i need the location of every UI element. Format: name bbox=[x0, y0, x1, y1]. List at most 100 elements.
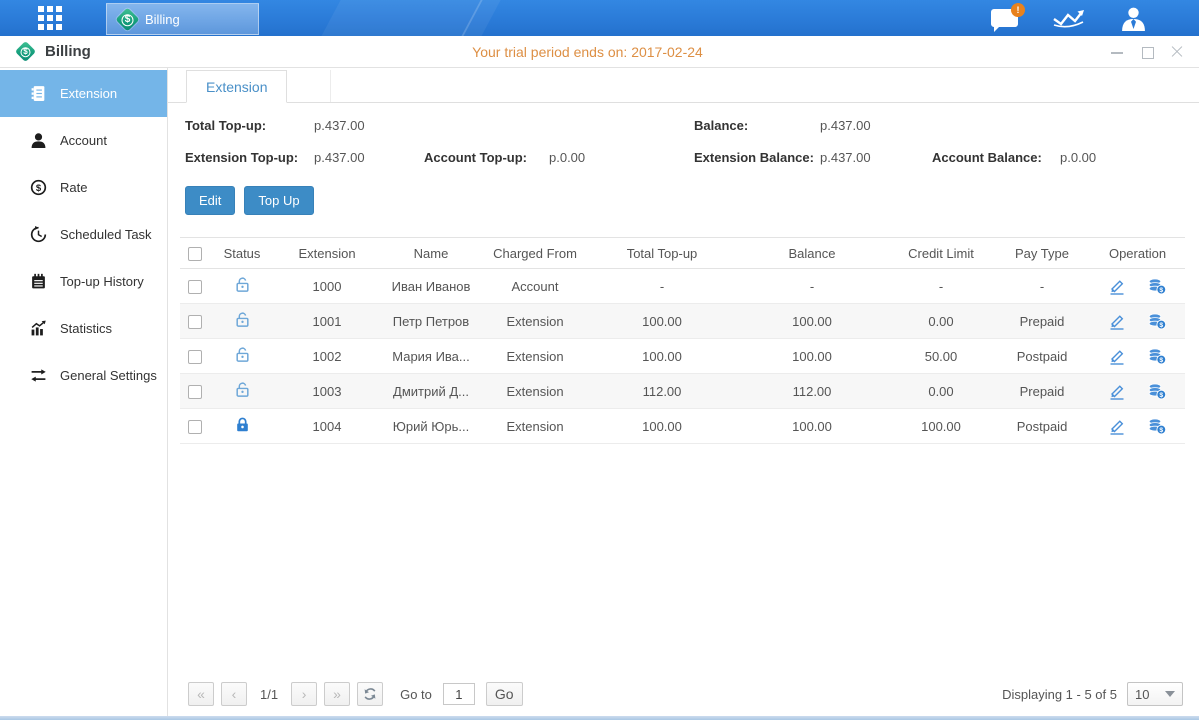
sidebar-item-label: Rate bbox=[60, 180, 87, 195]
page-size-value: 10 bbox=[1135, 687, 1149, 702]
sidebar-item-label: Statistics bbox=[60, 321, 112, 336]
rate-icon: $ bbox=[30, 179, 47, 196]
sidebar-item-scheduled-task[interactable]: Scheduled Task bbox=[0, 211, 167, 258]
operation-cell: $ bbox=[1090, 269, 1185, 304]
total-topup-cell: 100.00 bbox=[588, 409, 736, 444]
sidebar-item-statistics[interactable]: Statistics bbox=[0, 305, 167, 352]
topup-row-icon[interactable]: $ bbox=[1147, 418, 1167, 435]
column-header-credit-limit: Credit Limit bbox=[888, 238, 994, 269]
last-page-button[interactable]: » bbox=[324, 682, 350, 706]
extension-topup-value: p.437.00 bbox=[314, 150, 424, 165]
column-header-charged-from: Charged From bbox=[482, 238, 588, 269]
row-checkbox[interactable] bbox=[188, 385, 202, 399]
tab-extension[interactable]: Extension bbox=[186, 70, 287, 103]
goto-page-input[interactable] bbox=[443, 683, 475, 705]
credit-limit-cell: 0.00 bbox=[888, 304, 994, 339]
table-header-row: Status Extension Name Charged From Total… bbox=[180, 238, 1185, 269]
go-button[interactable]: Go bbox=[486, 682, 523, 706]
edit-row-icon[interactable] bbox=[1108, 418, 1126, 435]
edit-row-icon[interactable] bbox=[1108, 278, 1126, 295]
row-checkbox[interactable] bbox=[188, 280, 202, 294]
row-checkbox[interactable] bbox=[188, 315, 202, 329]
select-all-checkbox[interactable] bbox=[188, 247, 202, 261]
sidebar-item-label: General Settings bbox=[60, 368, 157, 383]
sidebar-item-rate[interactable]: $ Rate bbox=[0, 164, 167, 211]
sidebar-item-general-settings[interactable]: General Settings bbox=[0, 352, 167, 399]
page-size-select[interactable]: 10 bbox=[1127, 682, 1183, 706]
credit-limit-cell: 50.00 bbox=[888, 339, 994, 374]
top-up-button[interactable]: Top Up bbox=[244, 186, 313, 215]
next-page-button[interactable]: › bbox=[291, 682, 317, 706]
topup-history-icon bbox=[30, 273, 47, 290]
status-cell bbox=[210, 304, 274, 339]
notifications-button[interactable]: ! bbox=[991, 9, 1018, 27]
topbar-actions: ! bbox=[991, 6, 1199, 31]
topup-row-icon[interactable]: $ bbox=[1147, 348, 1167, 365]
svg-text:$: $ bbox=[36, 183, 42, 194]
refresh-icon bbox=[363, 687, 377, 701]
total-topup-label: Total Top-up: bbox=[185, 118, 314, 133]
account-balance-value: p.0.00 bbox=[1060, 150, 1096, 165]
edit-row-icon[interactable] bbox=[1108, 348, 1126, 365]
extension-cell: 1000 bbox=[274, 269, 380, 304]
edit-button[interactable]: Edit bbox=[185, 186, 235, 215]
last-page-icon: » bbox=[333, 686, 341, 702]
minimize-button[interactable] bbox=[1109, 44, 1125, 60]
topup-row-icon[interactable]: $ bbox=[1147, 383, 1167, 400]
charged-from-cell: Extension bbox=[482, 374, 588, 409]
extension-balance-value: p.437.00 bbox=[820, 150, 932, 165]
status-cell bbox=[210, 269, 274, 304]
edit-row-icon[interactable] bbox=[1108, 313, 1126, 330]
extension-cell: 1001 bbox=[274, 304, 380, 339]
total-topup-cell: 100.00 bbox=[588, 339, 736, 374]
sidebar-item-label: Account bbox=[60, 133, 107, 148]
topup-row-icon[interactable]: $ bbox=[1147, 313, 1167, 330]
operation-cell: $ bbox=[1090, 374, 1185, 409]
charged-from-cell: Extension bbox=[482, 409, 588, 444]
prev-page-button[interactable]: ‹ bbox=[221, 682, 247, 706]
statistics-icon bbox=[30, 320, 47, 337]
edit-row-icon[interactable] bbox=[1108, 383, 1126, 400]
column-header-extension: Extension bbox=[274, 238, 380, 269]
column-header-total-topup: Total Top-up bbox=[588, 238, 736, 269]
svg-text:$: $ bbox=[1160, 392, 1164, 399]
row-checkbox[interactable] bbox=[188, 420, 202, 434]
sidebar-item-account[interactable]: Account bbox=[0, 117, 167, 164]
operation-cell: $ bbox=[1090, 304, 1185, 339]
sidebar-item-label: Extension bbox=[60, 86, 117, 101]
apps-menu-button[interactable] bbox=[38, 6, 62, 30]
notification-badge: ! bbox=[1011, 3, 1025, 17]
tab-bar-spacer bbox=[287, 70, 331, 102]
column-header-operation: Operation bbox=[1090, 238, 1185, 269]
sidebar-item-extension[interactable]: Extension bbox=[0, 70, 167, 117]
credit-limit-cell: - bbox=[888, 269, 994, 304]
name-cell: Петр Петров bbox=[380, 304, 482, 339]
monitor-button[interactable] bbox=[1052, 6, 1086, 30]
unlocked-icon bbox=[234, 346, 251, 363]
balance-cell: 100.00 bbox=[736, 409, 888, 444]
maximize-button[interactable] bbox=[1139, 44, 1155, 60]
status-cell bbox=[210, 339, 274, 374]
row-checkbox[interactable] bbox=[188, 350, 202, 364]
sidebar: Extension Account $ Rate bbox=[0, 68, 168, 716]
refresh-button[interactable] bbox=[357, 682, 383, 706]
first-page-button[interactable]: « bbox=[188, 682, 214, 706]
svg-text:$: $ bbox=[1160, 357, 1164, 364]
sidebar-item-label: Top-up History bbox=[60, 274, 144, 289]
summary-stats: Total Top-up: p.437.00 Balance: p.437.00… bbox=[168, 103, 1199, 165]
sidebar-item-topup-history[interactable]: Top-up History bbox=[0, 258, 167, 305]
user-menu-button[interactable] bbox=[1120, 6, 1147, 31]
system-topbar: $ Billing ! bbox=[0, 0, 1199, 36]
line-chart-icon bbox=[1052, 6, 1086, 30]
close-button[interactable] bbox=[1169, 44, 1185, 60]
column-header-balance: Balance bbox=[736, 238, 888, 269]
user-icon bbox=[1120, 6, 1147, 31]
tab-label: Extension bbox=[206, 79, 267, 95]
table-row: 1004 Юрий Юрь... Extension 100.00 100.00… bbox=[180, 409, 1185, 444]
taskbar-billing-tab[interactable]: $ Billing bbox=[106, 3, 259, 35]
topup-row-icon[interactable]: $ bbox=[1147, 278, 1167, 295]
name-cell: Иван Иванов bbox=[380, 269, 482, 304]
column-header-status: Status bbox=[210, 238, 274, 269]
column-header-pay-type: Pay Type bbox=[994, 238, 1090, 269]
charged-from-cell: Account bbox=[482, 269, 588, 304]
